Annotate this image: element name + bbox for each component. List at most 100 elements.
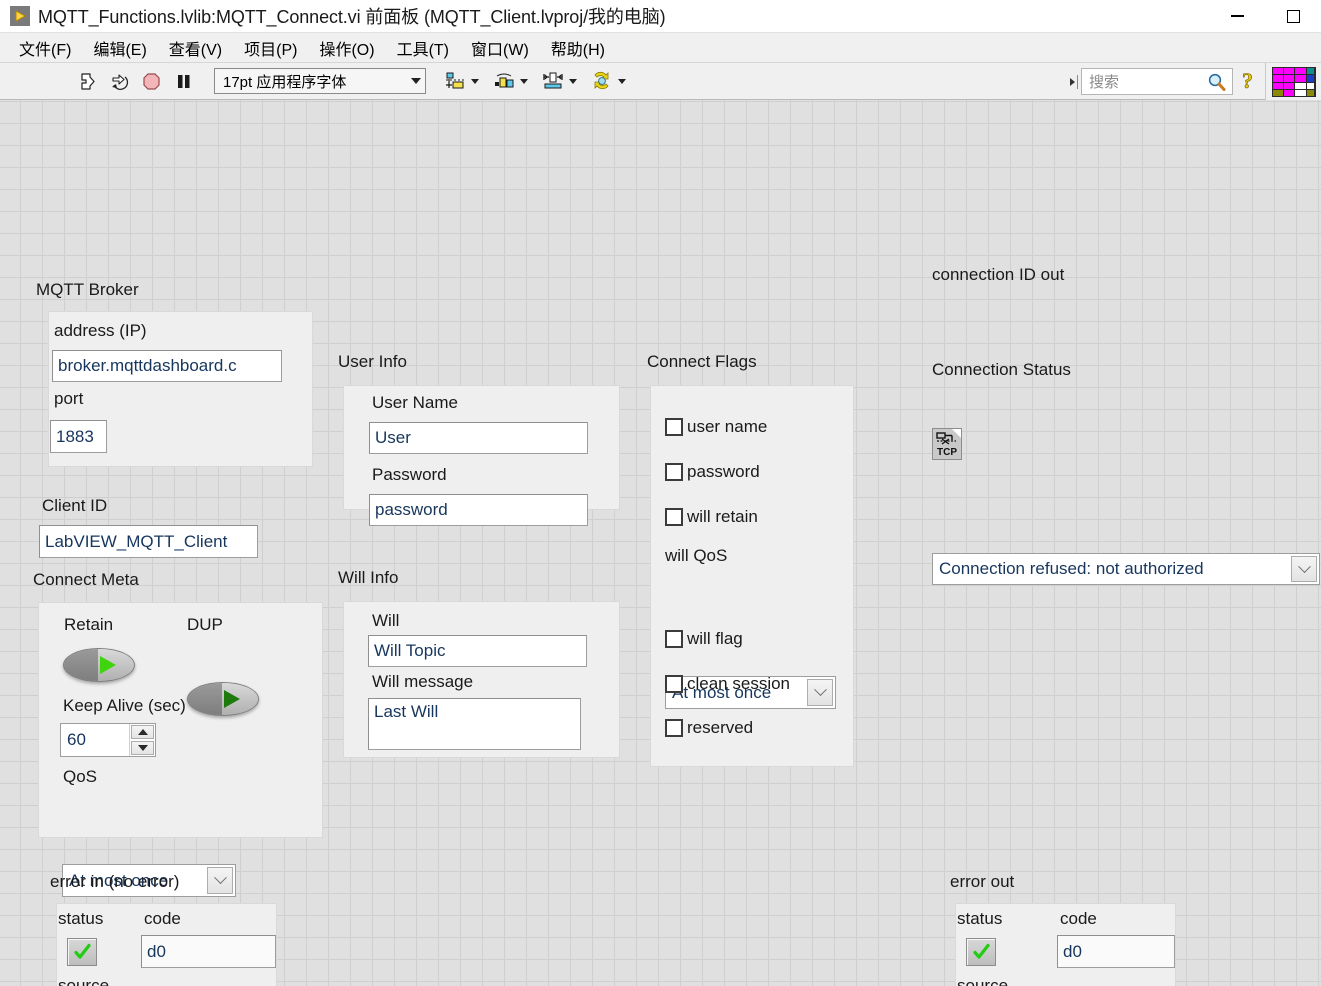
keep-alive-stepper[interactable]: 60 (60, 723, 156, 757)
menu-window[interactable]: 窗口(W) (460, 34, 540, 62)
window-title: MQTT_Functions.lvlib:MQTT_Connect.vi 前面板… (38, 7, 666, 27)
font-selector-label: 17pt 应用程序字体 (223, 73, 347, 91)
connect-meta-cluster (38, 602, 323, 838)
chevron-down-icon (411, 78, 421, 84)
chevron-down-icon[interactable] (207, 867, 233, 894)
window-title-bar: MQTT_Functions.lvlib:MQTT_Connect.vi 前面板… (0, 0, 1321, 32)
chevron-down-icon[interactable] (471, 78, 479, 84)
connection-status-dropdown[interactable]: Connection refused: not authorized (932, 553, 1320, 585)
client-id-input[interactable]: LabVIEW_MQTT_Client (39, 525, 258, 558)
run-continuously-icon[interactable] (104, 67, 134, 95)
error-out-code-value: d0 (1057, 935, 1175, 968)
error-out-status-indicator (966, 938, 996, 966)
will-topic-input[interactable]: Will Topic (368, 635, 587, 667)
menu-view[interactable]: 查看(V) (158, 34, 233, 62)
error-in-caption: error in (no error) (50, 872, 180, 891)
tcp-refnum-icon: TCP (932, 428, 962, 460)
checkbox-reserved[interactable]: reserved (665, 718, 753, 738)
address-input[interactable]: broker.mqttdashboard.c (52, 350, 282, 382)
pause-icon[interactable] (168, 67, 198, 95)
checkbox-label: user name (687, 417, 768, 436)
chevron-down-icon[interactable] (520, 78, 528, 84)
search-input[interactable]: 搜索 (1081, 68, 1233, 95)
error-out-caption: error out (950, 872, 1015, 891)
menu-project[interactable]: 项目(P) (233, 34, 308, 62)
address-label: address (IP) (54, 321, 147, 340)
checkbox-box-icon[interactable] (665, 508, 683, 526)
magnifier-icon[interactable] (1207, 72, 1227, 96)
checkbox-will-flag[interactable]: will flag (665, 629, 743, 649)
retain-toggle[interactable] (63, 648, 135, 682)
qos-label: QoS (63, 767, 98, 786)
dup-label: DUP (187, 615, 223, 634)
menu-file[interactable]: 文件(F) (8, 34, 82, 62)
distribute-objects-icon[interactable] (489, 67, 519, 95)
connect-flags-cluster (650, 385, 854, 767)
checkbox-label: will retain (687, 507, 758, 526)
mqtt-broker-caption: MQTT Broker (36, 280, 139, 299)
color-palette-icon[interactable] (1265, 63, 1321, 101)
error-out-source-label: source (957, 976, 1009, 986)
error-in-status-label: status (58, 909, 104, 928)
keep-alive-value[interactable]: 60 (61, 724, 129, 756)
maximize-button[interactable] (1265, 0, 1321, 32)
chevron-down-icon[interactable] (618, 78, 626, 84)
connection-id-out-label: connection ID out (932, 265, 1065, 284)
chevron-down-icon[interactable] (807, 679, 833, 706)
port-label: port (54, 389, 84, 408)
error-in-code-value: d0 (141, 935, 276, 968)
keep-alive-decrement-button[interactable] (131, 741, 154, 755)
checkbox-box-icon[interactable] (665, 675, 683, 693)
keep-alive-increment-button[interactable] (131, 725, 154, 739)
error-in-status-indicator (67, 938, 97, 966)
password-label: Password (372, 465, 447, 484)
checkbox-label: clean session (687, 674, 791, 693)
vi-application-icon (10, 6, 30, 26)
client-id-label: Client ID (42, 496, 108, 515)
menu-operate[interactable]: 操作(O) (308, 34, 385, 62)
minimize-button[interactable] (1209, 0, 1265, 32)
error-in-code-label: code (144, 909, 181, 928)
abort-execution-icon[interactable] (136, 67, 166, 95)
window-controls (1209, 0, 1321, 32)
chevron-down-icon[interactable] (1291, 556, 1317, 582)
menu-help[interactable]: 帮助(H) (540, 34, 616, 62)
font-selector-combo[interactable]: 17pt 应用程序字体 (214, 68, 426, 94)
checkbox-label: reserved (687, 718, 754, 737)
checkbox-box-icon[interactable] (665, 630, 683, 648)
search-area: 搜索 (1067, 68, 1233, 95)
align-objects-icon[interactable] (440, 67, 470, 95)
will-qos-label: will QoS (665, 546, 728, 565)
keep-alive-spin-buttons (129, 724, 155, 756)
checkbox-user-name[interactable]: user name (665, 417, 767, 437)
menu-edit[interactable]: 编辑(E) (82, 34, 157, 62)
checkbox-label: will flag (687, 629, 743, 648)
run-arrow-icon[interactable] (72, 67, 102, 95)
resize-objects-icon[interactable] (538, 67, 568, 95)
checkbox-clean-session[interactable]: clean session (665, 674, 790, 694)
user-name-label: User Name (372, 393, 458, 412)
checkbox-password[interactable]: password (665, 462, 760, 482)
connection-status-value: Connection refused: not authorized (939, 559, 1204, 578)
port-input[interactable]: 1883 (50, 420, 107, 453)
error-in-source-label: source (58, 976, 110, 986)
checkbox-will-retain[interactable]: will retain (665, 507, 758, 527)
arrange-tool-group (440, 67, 636, 95)
context-help-icon[interactable]: ? (1239, 68, 1259, 98)
error-out-code-label: code (1060, 909, 1097, 928)
connect-meta-caption: Connect Meta (33, 570, 139, 589)
dup-toggle[interactable] (187, 682, 259, 716)
keep-alive-label: Keep Alive (sec) (63, 696, 186, 715)
will-message-input[interactable]: Last Will (368, 698, 581, 750)
chevron-down-icon[interactable] (569, 78, 577, 84)
checkbox-box-icon[interactable] (665, 418, 683, 436)
user-name-input[interactable]: User (369, 422, 588, 454)
menu-tools[interactable]: 工具(T) (386, 34, 460, 62)
checkbox-label: password (687, 462, 760, 481)
checkbox-box-icon[interactable] (665, 719, 683, 737)
reorder-objects-icon[interactable] (587, 67, 617, 95)
toolbar: 17pt 应用程序字体 搜索 ? (0, 62, 1321, 101)
password-input[interactable]: password (369, 494, 588, 526)
toolbar-expand-handle[interactable] (1067, 69, 1081, 95)
checkbox-box-icon[interactable] (665, 463, 683, 481)
